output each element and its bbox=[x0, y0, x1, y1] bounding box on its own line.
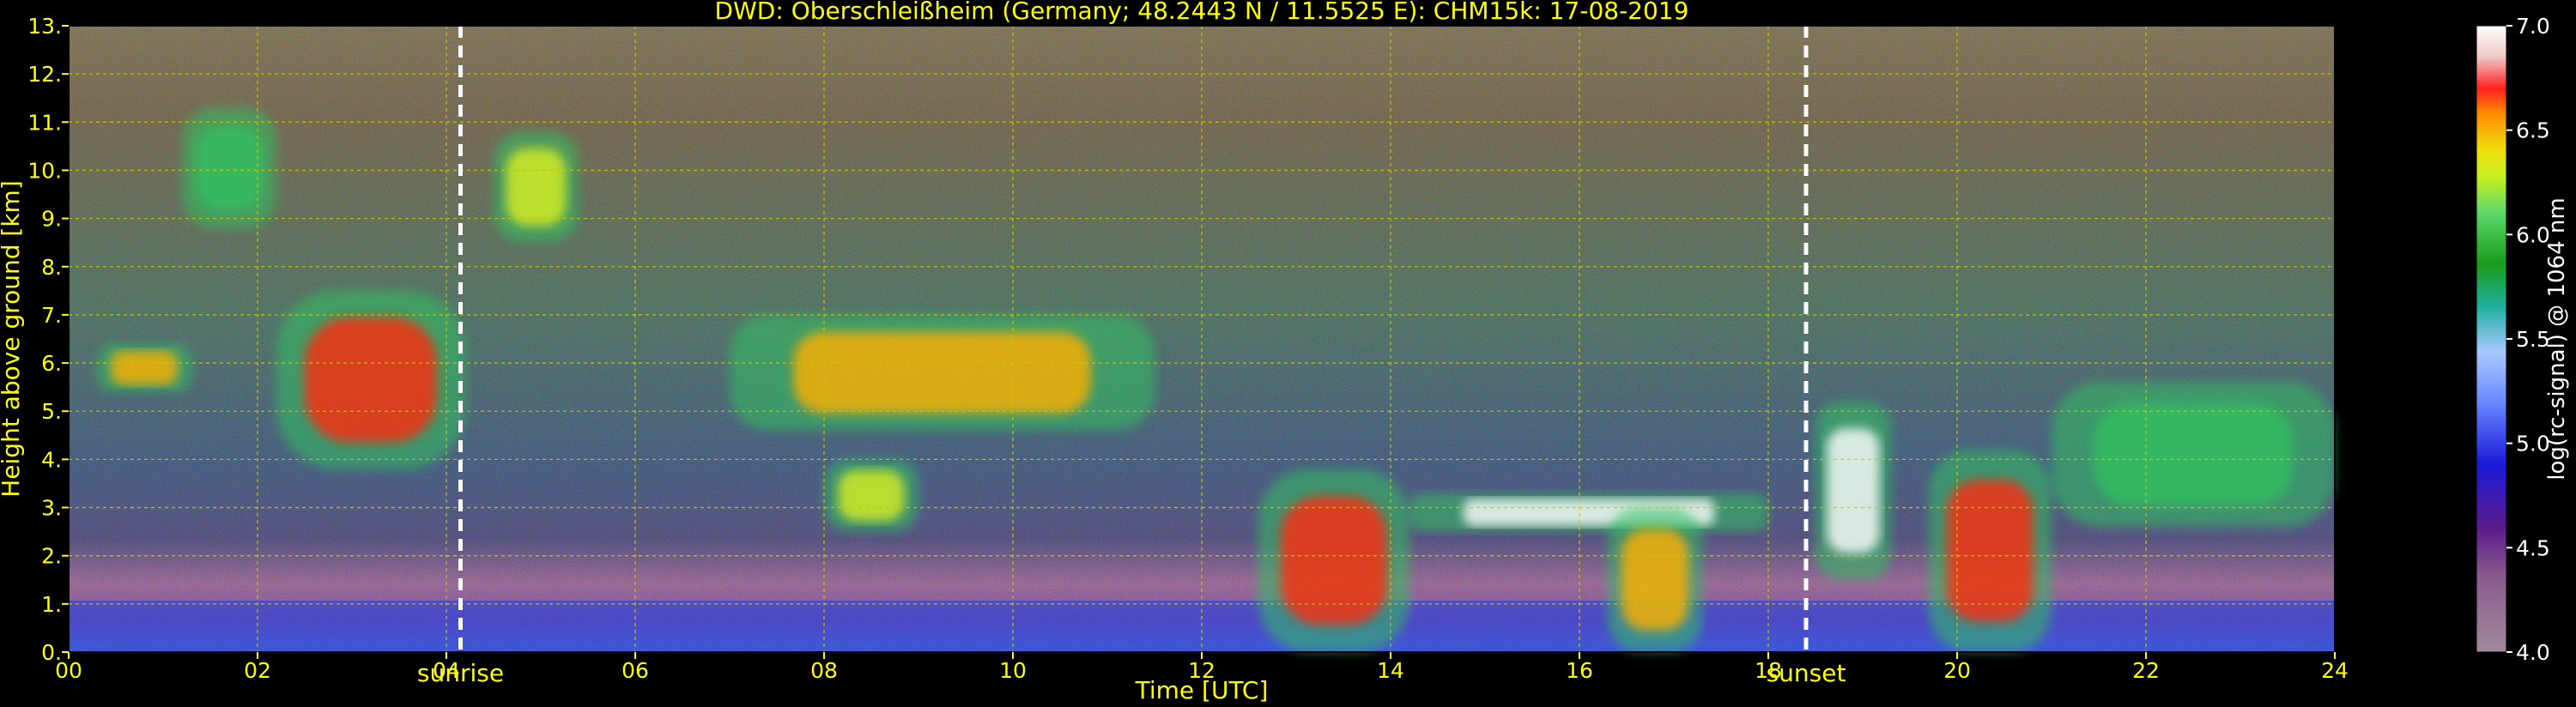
cloud-core bbox=[793, 332, 1091, 414]
x-tick-label: 20 bbox=[1943, 658, 1971, 683]
x-tick-label: 10 bbox=[999, 658, 1027, 683]
x-tick-label: 04 bbox=[433, 658, 460, 683]
cloud-core bbox=[506, 148, 567, 227]
x-tick-label: 22 bbox=[2132, 658, 2160, 683]
cloud-core bbox=[838, 470, 905, 521]
y-tick-label: 9. bbox=[41, 207, 62, 232]
cloud-core bbox=[2094, 403, 2293, 505]
y-axis-label: Height above ground [km] bbox=[0, 180, 25, 498]
y-tick-label: 4. bbox=[41, 447, 62, 472]
y-tick-label: 11. bbox=[27, 110, 62, 135]
colorbar-label: log(rc-signal) @ 1064 nm bbox=[2544, 197, 2570, 480]
colorbar-tick-label: 4.5 bbox=[2516, 535, 2550, 560]
colorbar-tick-label: 4.0 bbox=[2516, 640, 2550, 665]
ceilometer-chart: sunrise sunset 0.1.2.3.4.5.6.7.8.9.10.11.… bbox=[0, 0, 2570, 704]
cloud-core bbox=[1621, 529, 1688, 631]
cloud-core bbox=[111, 351, 178, 385]
x-tick-label: 24 bbox=[2321, 658, 2349, 683]
y-tick-label: 3. bbox=[41, 496, 62, 521]
y-tick-label: 5. bbox=[41, 399, 62, 424]
x-axis-label: Time [UTC] bbox=[1135, 676, 1269, 704]
cloud-core bbox=[1947, 480, 2034, 622]
x-tick-label: 14 bbox=[1377, 658, 1404, 683]
x-tick-label: 16 bbox=[1566, 658, 1593, 683]
y-tick-label: 12. bbox=[27, 62, 62, 87]
cloud-core bbox=[1281, 496, 1387, 625]
cloud-core bbox=[1827, 428, 1880, 553]
sun-marker-label: sunrise bbox=[417, 659, 504, 687]
y-axis-ticks: 0.1.2.3.4.5.6.7.8.9.10.11.12.13. bbox=[27, 14, 69, 665]
cloud-core bbox=[196, 125, 263, 210]
colorbar-tick-label: 6.5 bbox=[2516, 118, 2550, 143]
x-tick-label: 18 bbox=[1755, 658, 1782, 683]
x-tick-label: 06 bbox=[621, 658, 649, 683]
x-tick-label: 00 bbox=[55, 658, 82, 683]
chart-title: DWD: Oberschleißheim (Germany; 48.2443 N… bbox=[715, 0, 1689, 25]
colorbar bbox=[2476, 25, 2507, 653]
y-tick-label: 2. bbox=[41, 544, 62, 569]
cloud-core bbox=[305, 317, 437, 443]
y-tick-label: 7. bbox=[41, 303, 62, 328]
y-tick-label: 13. bbox=[27, 14, 62, 39]
y-tick-label: 8. bbox=[41, 255, 62, 280]
y-tick-label: 1. bbox=[41, 592, 62, 617]
y-tick-label: 10. bbox=[27, 158, 62, 183]
y-tick-label: 6. bbox=[41, 351, 62, 376]
x-tick-label: 02 bbox=[244, 658, 271, 683]
colorbar-tick-label: 7.0 bbox=[2516, 14, 2550, 39]
x-tick-label: 08 bbox=[810, 658, 838, 683]
